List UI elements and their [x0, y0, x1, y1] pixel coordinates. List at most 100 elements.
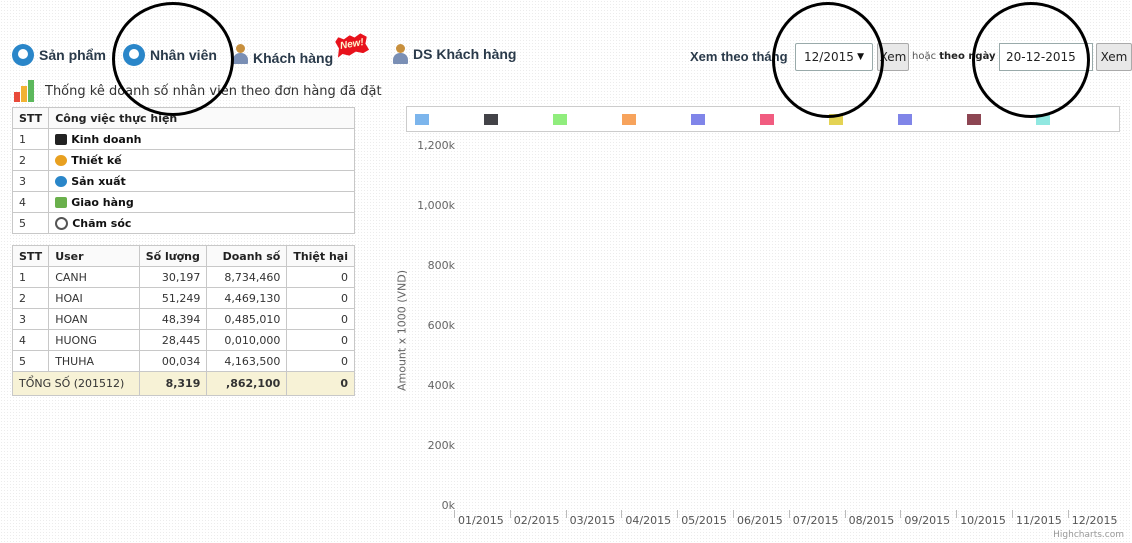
y-tick-label: 1,200k — [417, 139, 455, 152]
nav-products[interactable]: Sản phẩm — [12, 44, 106, 66]
users-table: STT User Số lượng Doanh số Thiệt hại 1 C… — [11, 245, 355, 396]
legend-swatch[interactable] — [898, 114, 912, 125]
user-name: THUHA — [48, 350, 140, 372]
highlight-circle — [972, 2, 1090, 118]
nav-customer-list-label: DS Khách hàng — [413, 46, 517, 62]
user-sales: 4,469,130 — [206, 287, 288, 309]
nav-customer-list[interactable]: DS Khách hàng — [392, 44, 516, 64]
x-tick-mark — [1067, 510, 1069, 518]
table-row[interactable]: 3 Sản xuất — [11, 170, 355, 192]
user-stt: 1 — [11, 266, 50, 288]
x-tick-mark — [509, 510, 511, 518]
task-name: Chăm sóc — [72, 216, 132, 230]
hat-icon — [55, 133, 68, 145]
x-tick-label: 10/2015 — [960, 514, 1006, 527]
highlight-circle — [112, 2, 234, 116]
table-row[interactable]: 1 CANH 30,197 8,734,460 0 — [11, 266, 355, 288]
table-row[interactable]: 2 Thiết kế — [11, 149, 355, 171]
y-tick-label: 800k — [427, 259, 455, 272]
x-tick-mark — [788, 510, 790, 518]
tasks-header-task: Công việc thực hiện — [48, 107, 355, 129]
tasks-table: STT Công việc thực hiện 1 Kinh doanh 2 T… — [11, 107, 355, 234]
table-row[interactable]: 3 HOAN 48,394 0,485,010 0 — [11, 308, 355, 330]
x-tick-mark — [844, 510, 846, 518]
y-tick-label: 1,000k — [417, 199, 455, 212]
user-name: HOAI — [48, 287, 140, 309]
x-tick-mark — [733, 510, 734, 518]
total-sales: ,862,100 — [206, 371, 288, 396]
gear-icon — [55, 175, 68, 187]
user-damage: 0 — [286, 308, 355, 330]
legend-swatch[interactable] — [622, 114, 636, 125]
x-tick-mark — [621, 510, 623, 518]
total-label: TỔNG SỐ (201512) — [12, 371, 140, 396]
task-stt: 3 — [11, 170, 50, 192]
y-tick-label: 0k — [441, 499, 455, 512]
x-tick-label: 02/2015 — [513, 514, 560, 527]
table-row[interactable]: 1 Kinh doanh — [11, 128, 355, 150]
task-stt: 5 — [11, 212, 50, 234]
user-sales: 4,163,500 — [206, 350, 288, 372]
user-damage: 0 — [286, 287, 355, 309]
x-tick-mark — [677, 510, 679, 518]
total-qty: 8,319 — [138, 371, 208, 396]
user-stt: 2 — [11, 287, 50, 309]
x-tick-label: 03/2015 — [569, 514, 616, 527]
care-face-icon — [55, 216, 69, 230]
legend-swatch[interactable] — [760, 114, 774, 125]
users-header-user: User — [48, 245, 140, 267]
y-tick-label: 200k — [427, 439, 455, 452]
table-row[interactable]: 4 HUONG 28,445 0,010,000 0 — [11, 329, 355, 351]
x-tick-label: 07/2015 — [792, 514, 839, 527]
or-text: hoặc — [912, 51, 937, 62]
x-tick-label: 05/2015 — [681, 514, 727, 527]
user-stt: 5 — [11, 350, 50, 372]
table-row[interactable]: 5 THUHA 00,034 4,163,500 0 — [11, 350, 355, 372]
legend-swatch[interactable] — [415, 114, 429, 125]
view-day-button[interactable]: Xem — [1096, 43, 1132, 71]
user-sales: 0,010,000 — [206, 329, 288, 351]
table-row[interactable]: 4 Giao hàng — [11, 191, 355, 213]
user-name: CANH — [48, 266, 140, 288]
user-qty: 28,445 — [138, 329, 208, 351]
x-tick-mark — [565, 510, 567, 518]
task-name: Kinh doanh — [71, 132, 142, 146]
task-name: Giao hàng — [71, 195, 134, 209]
x-tick-mark — [956, 510, 958, 518]
x-tick-label: 04/2015 — [625, 514, 672, 527]
x-tick-label: 01/2015 — [458, 514, 504, 527]
user-qty: 48,394 — [138, 308, 208, 330]
users-header-sales: Doanh số — [206, 245, 288, 267]
user-qty: 51,249 — [138, 287, 208, 309]
customer-list-icon — [392, 44, 408, 64]
legend-swatch[interactable] — [484, 114, 498, 125]
table-row[interactable]: 5 Chăm sóc — [11, 212, 355, 234]
x-tick-mark — [454, 510, 455, 518]
users-header-stt: STT — [11, 245, 50, 267]
legend-swatch[interactable] — [553, 114, 567, 125]
task-name: Thiết kế — [71, 153, 122, 167]
user-name: HUONG — [48, 329, 140, 351]
user-sales: 0,485,010 — [206, 308, 288, 330]
users-header-qty: Số lượng — [138, 245, 208, 267]
users-header-damage: Thiệt hại — [286, 245, 355, 267]
products-icon — [12, 44, 34, 66]
x-tick-mark — [1012, 510, 1013, 518]
x-tick-label: 09/2015 — [904, 514, 951, 527]
user-qty: 00,034 — [138, 350, 208, 372]
total-row: TỔNG SỐ (201512) 8,319 ,862,100 0 — [12, 371, 355, 396]
nav-customers[interactable]: Khách hàng — [232, 44, 333, 66]
user-stt: 3 — [11, 308, 50, 330]
legend-swatch[interactable] — [691, 114, 705, 125]
task-stt: 2 — [11, 149, 50, 171]
legend-swatch[interactable] — [967, 114, 981, 125]
highlight-circle — [772, 2, 884, 118]
user-damage: 0 — [286, 329, 355, 351]
table-row[interactable]: 2 HOAI 51,249 4,469,130 0 — [11, 287, 355, 309]
task-stt: 4 — [11, 191, 50, 213]
y-tick-label: 600k — [427, 319, 455, 332]
bar-chart-icon — [14, 80, 38, 102]
task-name: Sản xuất — [71, 174, 126, 188]
delivery-truck-icon — [55, 196, 68, 208]
y-tick-label: 400k — [427, 379, 455, 392]
